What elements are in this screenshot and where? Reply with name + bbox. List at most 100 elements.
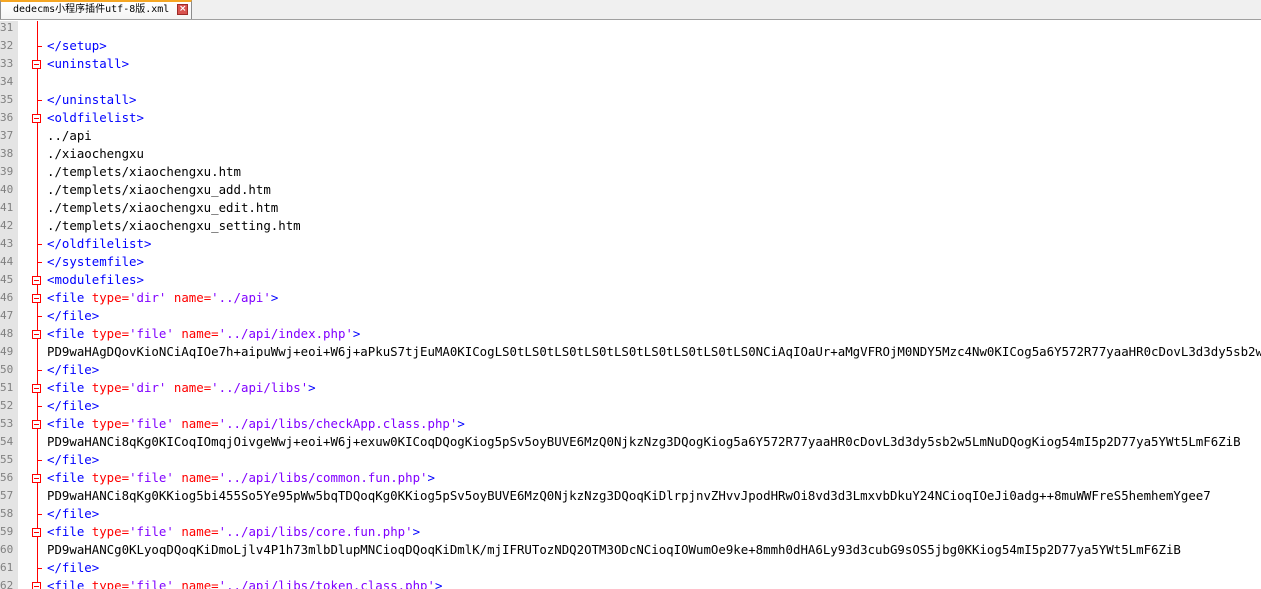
code-text: ./templets/xiaochengxu_setting.htm: [47, 217, 301, 235]
code-line: 39 ./templets/xiaochengxu.htm: [0, 163, 1261, 181]
line-number: 52: [0, 399, 14, 412]
code-line: 38 ./xiaochengxu: [0, 145, 1261, 163]
code-line: 56 <file type='file' name='../api/libs/co…: [0, 469, 1261, 487]
code-token: name=: [181, 578, 219, 589]
code-line: 36 <oldfilelist>: [0, 109, 1261, 127]
fold-toggle-icon[interactable]: [32, 474, 41, 483]
code-line: 31: [0, 21, 1261, 37]
code-token: name=: [181, 524, 219, 539]
code-token: type=: [91, 578, 130, 589]
code-token: 'file': [129, 524, 174, 539]
line-number: 51: [0, 381, 14, 394]
code-text: <uninstall>: [47, 55, 129, 73]
code-text: PD9waHANCg0KLyoqDQoqKiDmoLjlv4P1h73mlbDl…: [47, 541, 1181, 559]
fold-toggle-icon[interactable]: [32, 114, 41, 123]
fold-end-marker: [37, 262, 42, 263]
code-line: 35 </uninstall>: [0, 91, 1261, 109]
line-number: 40: [0, 183, 14, 196]
line-number: 61: [0, 561, 14, 574]
fold-toggle-icon[interactable]: [32, 528, 41, 537]
line-number: 43: [0, 237, 14, 250]
code-line: 32 </setup>: [0, 37, 1261, 55]
fold-end-marker: [37, 244, 42, 245]
code-text: ./templets/xiaochengxu.htm: [47, 163, 241, 181]
code-token: >: [352, 326, 361, 341]
code-line: 42 ./templets/xiaochengxu_setting.htm: [0, 217, 1261, 235]
code-token: name=: [181, 470, 219, 485]
fold-toggle-icon[interactable]: [32, 384, 41, 393]
code-token: ./templets/xiaochengxu_setting.htm: [47, 218, 301, 233]
code-token: >: [308, 380, 316, 395]
code-text: <file type='file' name='../api/libs/core…: [47, 523, 420, 541]
code-token: type=: [91, 416, 130, 431]
code-token: </uninstall>: [47, 92, 137, 107]
code-line: 45 <modulefiles>: [0, 271, 1261, 289]
code-token: <file: [47, 290, 92, 305]
line-number: 45: [0, 273, 14, 286]
code-token: <file: [47, 524, 92, 539]
line-number: 62: [0, 579, 14, 589]
code-token: <file: [47, 470, 92, 485]
line-number: 31: [0, 21, 14, 34]
code-text: <file type='dir' name='../api/libs'>: [47, 379, 316, 397]
code-text: </file>: [47, 397, 99, 415]
code-line: 40 ./templets/xiaochengxu_add.htm: [0, 181, 1261, 199]
code-token: 'file': [129, 326, 174, 341]
code-token: </systemfile>: [47, 254, 144, 269]
code-token: PD9waHANCi8qKg0KICoqIOmqjOivgeWwj+eoi+W6…: [47, 434, 1241, 449]
code-editor[interactable]: 31 32 </setup> 33 <uninstall> 34 35 </uninstall…: [0, 21, 1261, 589]
code-text: </file>: [47, 361, 99, 379]
code-token: '../api/index.php': [218, 326, 353, 341]
code-token: type=: [91, 290, 130, 305]
line-number: 34: [0, 75, 14, 88]
code-token: </setup>: [47, 38, 107, 53]
code-token: <file: [47, 416, 92, 431]
code-token: '../api/libs': [211, 380, 309, 395]
code-line: 53 <file type='file' name='../api/libs/ch…: [0, 415, 1261, 433]
fold-end-marker: [37, 460, 42, 461]
close-icon[interactable]: ×: [177, 4, 189, 15]
fold-toggle-icon[interactable]: [32, 294, 41, 303]
fold-toggle-icon[interactable]: [32, 420, 41, 429]
line-number: 37: [0, 129, 14, 142]
line-number: 47: [0, 309, 14, 322]
fold-toggle-icon[interactable]: [32, 60, 41, 69]
fold-toggle-icon[interactable]: [32, 276, 41, 285]
code-token: >: [434, 578, 443, 589]
code-text: </setup>: [47, 37, 107, 55]
code-text: </file>: [47, 307, 99, 325]
line-number: 38: [0, 147, 14, 160]
line-number: 36: [0, 111, 14, 124]
code-token: <modulefiles>: [47, 272, 144, 287]
line-number: 49: [0, 345, 14, 358]
fold-toggle-icon[interactable]: [32, 330, 41, 339]
code-line: 48 <file type='file' name='../api/index.p…: [0, 325, 1261, 343]
code-token: <oldfilelist>: [47, 110, 144, 125]
code-text: ./templets/xiaochengxu_edit.htm: [47, 199, 278, 217]
line-number: 54: [0, 435, 14, 448]
code-line: 44 </systemfile>: [0, 253, 1261, 271]
line-number: 59: [0, 525, 14, 538]
code-token: 'dir': [129, 290, 167, 305]
code-text: ./xiaochengxu: [47, 145, 144, 163]
code-text: </oldfilelist>: [47, 235, 151, 253]
code-text: </file>: [47, 505, 99, 523]
file-tab[interactable]: dedecms小程序插件utf-8版.xml ×: [0, 0, 193, 19]
line-number: 60: [0, 543, 14, 556]
code-line: 52 </file>: [0, 397, 1261, 415]
code-line: 61 </file>: [0, 559, 1261, 577]
fold-toggle-icon[interactable]: [32, 582, 41, 589]
code-token: </file>: [47, 452, 100, 467]
code-line: 49 PD9waHAgDQovKioNCiAqIOe7h+aipuWwj+eoi+…: [0, 343, 1261, 361]
code-line: 34: [0, 73, 1261, 91]
code-line: 54 PD9waHANCi8qKg0KICoqIOmqjOivgeWwj+eoi+…: [0, 433, 1261, 451]
code-text: <file type='file' name='../api/libs/chec…: [47, 415, 465, 433]
fold-end-marker: [37, 568, 42, 569]
code-text: PD9waHANCi8qKg0KICoqIOmqjOivgeWwj+eoi+W6…: [47, 433, 1241, 451]
code-text: ../api: [47, 127, 92, 145]
code-token: '../api/libs/common.fun.php': [218, 470, 428, 485]
code-line: 47 </file>: [0, 307, 1261, 325]
code-token: ./templets/xiaochengxu.htm: [47, 164, 241, 179]
